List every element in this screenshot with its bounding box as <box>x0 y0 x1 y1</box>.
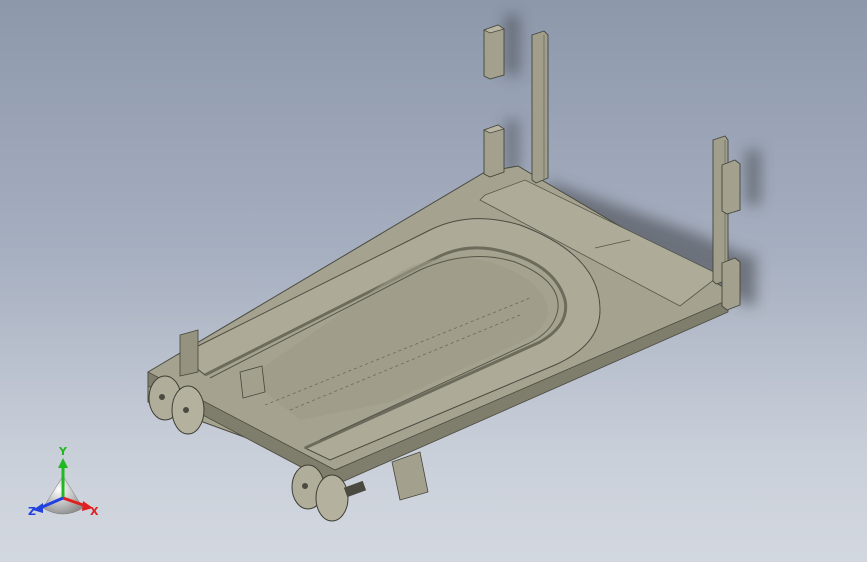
roller-left-inner[interactable] <box>171 385 205 435</box>
axis-x-label: X <box>90 505 99 518</box>
axis-y-label: Y <box>59 445 67 458</box>
axis-z-label: Z <box>28 505 36 518</box>
roller-right-inner[interactable] <box>315 474 367 522</box>
conveyor-assembly-model[interactable] <box>0 0 867 562</box>
cad-graphics-viewport[interactable]: Y X Z <box>0 0 867 562</box>
axis-triad[interactable]: Y X Z <box>20 446 110 532</box>
